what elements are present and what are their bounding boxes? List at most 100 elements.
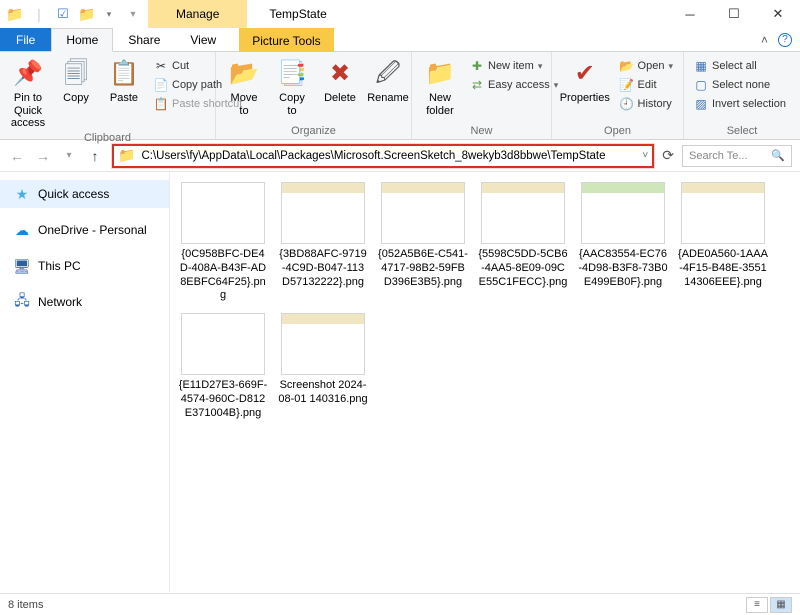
back-button[interactable]: ← — [8, 148, 26, 164]
search-icon: 🔍 — [771, 149, 785, 162]
move-to-button[interactable]: 📂 Move to — [222, 56, 266, 119]
sidebar-item-network[interactable]: 🖧 Network — [0, 288, 169, 316]
collapse-ribbon-icon[interactable]: ˄ — [761, 33, 768, 47]
select-all-icon: ▦ — [694, 59, 708, 73]
new-folder-button[interactable]: 📁 New folder — [418, 56, 462, 119]
delete-icon: ✖ — [324, 58, 356, 90]
up-button[interactable]: ↑ — [86, 148, 104, 164]
file-name: {0C958BFC-DE4D-408A-B43F-AD8EBFC64F25}.p… — [178, 248, 268, 303]
refresh-button[interactable]: ⟳ — [662, 147, 674, 164]
cut-icon: ✂ — [154, 59, 168, 73]
file-name: {ADE0A560-1AAA-4F15-B48E-355114306EEE}.p… — [678, 248, 768, 289]
rename-button[interactable]: 🖉 Rename — [366, 56, 410, 107]
sidebar-item-quick-access[interactable]: ★ Quick access — [0, 180, 169, 208]
copy-icon: 🗐 — [60, 58, 92, 90]
ribbon-tabs: File Home Share View Picture Tools ˄ ? — [0, 28, 800, 52]
sidebar-item-label: Quick access — [38, 187, 109, 201]
dropdown-icon: ▾ — [538, 61, 543, 72]
file-item[interactable]: {AAC83554-EC76-4D98-B3F8-73B0E499EB0F}.p… — [578, 182, 668, 303]
history-icon: 🕘 — [620, 97, 634, 111]
open-button[interactable]: 📂 Open ▾ — [616, 58, 677, 74]
folder-icon: 📁 — [118, 147, 135, 164]
manage-contextual-tab[interactable]: Manage — [148, 0, 247, 28]
file-item[interactable]: {052A5B6E-C541-4717-98B2-59FBD396E3B5}.p… — [378, 182, 468, 303]
folder-icon[interactable]: 📁 — [6, 5, 24, 23]
tab-share[interactable]: Share — [113, 28, 175, 51]
qat-dropdown-icon[interactable]: ▾ — [100, 5, 118, 23]
qat-overflow-icon[interactable]: ▾ — [124, 5, 142, 23]
sidebar-item-label: OneDrive - Personal — [38, 223, 147, 237]
new-item-icon: ✚ — [470, 59, 484, 73]
group-label-organize: Organize — [216, 125, 411, 139]
group-organize: 📂 Move to 📑 Copy to ✖ Delete 🖉 Rename Or… — [216, 52, 412, 139]
file-item[interactable]: {5598C5DD-5CB6-4AA5-8E09-09CE55C1FECC}.p… — [478, 182, 568, 303]
new-folder-qat-icon[interactable]: 📁 — [78, 5, 96, 23]
copy-to-icon: 📑 — [276, 58, 308, 90]
select-none-icon: ▢ — [694, 78, 708, 92]
edit-button[interactable]: 📝 Edit — [616, 77, 677, 93]
qat-separator: | — [30, 5, 48, 23]
easy-access-button[interactable]: ⇄ Easy access ▾ — [466, 77, 562, 93]
select-none-button[interactable]: ▢ Select none — [690, 77, 790, 93]
sidebar-item-onedrive[interactable]: ☁ OneDrive - Personal — [0, 216, 169, 244]
file-name: {E11D27E3-669F-4574-960C-D812E371004B}.p… — [178, 379, 268, 420]
paste-icon: 📋 — [108, 58, 140, 90]
properties-button[interactable]: ✔ Properties — [558, 56, 612, 107]
address-dropdown-icon[interactable]: ˅ — [642, 150, 648, 161]
file-item[interactable]: {E11D27E3-669F-4574-960C-D812E371004B}.p… — [178, 313, 268, 420]
window-title: TempState — [247, 7, 348, 21]
rename-icon: 🖉 — [372, 58, 404, 90]
dropdown-icon: ▾ — [668, 61, 673, 72]
file-name: {AAC83554-EC76-4D98-B3F8-73B0E499EB0F}.p… — [578, 248, 668, 289]
recent-locations-button[interactable]: ▾ — [60, 150, 78, 161]
address-bar[interactable]: 📁 C:\Users\fy\AppData\Local\Packages\Mic… — [112, 144, 654, 168]
sidebar-item-label: Network — [38, 295, 82, 309]
group-label-open: Open — [552, 125, 683, 139]
tab-picture-tools[interactable]: Picture Tools — [239, 28, 333, 52]
select-all-button[interactable]: ▦ Select all — [690, 58, 790, 74]
network-icon: 🖧 — [14, 294, 30, 310]
tab-view[interactable]: View — [175, 28, 231, 51]
titlebar: 📁 | ☑ 📁 ▾ ▾ Manage TempState ─ ☐ ✕ — [0, 0, 800, 28]
file-name: Screenshot 2024-08-01 140316.png — [278, 379, 368, 407]
pin-to-quick-access-button[interactable]: 📌 Pin to Quick access — [6, 56, 50, 132]
view-details-button[interactable]: ≡ — [746, 597, 768, 613]
properties-qat-icon[interactable]: ☑ — [54, 5, 72, 23]
new-item-button[interactable]: ✚ New item ▾ — [466, 58, 562, 74]
thumbnail — [181, 182, 265, 244]
copy-button[interactable]: 🗐 Copy — [54, 56, 98, 107]
tab-file[interactable]: File — [0, 28, 51, 51]
file-item[interactable]: Screenshot 2024-08-01 140316.png — [278, 313, 368, 420]
forward-button[interactable]: → — [34, 148, 52, 164]
help-icon[interactable]: ? — [778, 33, 792, 47]
properties-icon: ✔ — [569, 58, 601, 90]
minimize-button[interactable]: ─ — [668, 0, 712, 28]
maximize-button[interactable]: ☐ — [712, 0, 756, 28]
ribbon: 📌 Pin to Quick access 🗐 Copy 📋 Paste ✂ C… — [0, 52, 800, 140]
copy-path-icon: 📄 — [154, 78, 168, 92]
copy-to-button[interactable]: 📑 Copy to — [270, 56, 314, 119]
file-item[interactable]: {0C958BFC-DE4D-408A-B43F-AD8EBFC64F25}.p… — [178, 182, 268, 303]
file-item[interactable]: {3BD88AFC-9719-4C9D-B047-113D57132222}.p… — [278, 182, 368, 303]
address-path: C:\Users\fy\AppData\Local\Packages\Micro… — [141, 150, 636, 162]
address-bar-row: ← → ▾ ↑ 📁 C:\Users\fy\AppData\Local\Pack… — [0, 140, 800, 172]
sidebar-item-this-pc[interactable]: 🖥 This PC — [0, 252, 169, 280]
thumbnail — [281, 313, 365, 375]
delete-button[interactable]: ✖ Delete — [318, 56, 362, 107]
history-button[interactable]: 🕘 History — [616, 96, 677, 112]
sidebar-item-label: This PC — [38, 259, 81, 273]
file-name: {3BD88AFC-9719-4C9D-B047-113D57132222}.p… — [278, 248, 368, 289]
file-item[interactable]: {ADE0A560-1AAA-4F15-B48E-355114306EEE}.p… — [678, 182, 768, 303]
star-icon: ★ — [14, 186, 30, 202]
invert-selection-button[interactable]: ▨ Invert selection — [690, 96, 790, 112]
file-name: {052A5B6E-C541-4717-98B2-59FBD396E3B5}.p… — [378, 248, 468, 289]
paste-button[interactable]: 📋 Paste — [102, 56, 146, 107]
close-button[interactable]: ✕ — [756, 0, 800, 28]
tab-home[interactable]: Home — [51, 28, 113, 52]
file-list[interactable]: {0C958BFC-DE4D-408A-B43F-AD8EBFC64F25}.p… — [170, 172, 800, 592]
open-icon: 📂 — [620, 59, 634, 73]
group-select: ▦ Select all ▢ Select none ▨ Invert sele… — [684, 52, 800, 139]
search-input[interactable]: Search Te... 🔍 — [682, 145, 792, 167]
thumbnail — [681, 182, 765, 244]
view-icons-button[interactable]: ▦ — [770, 597, 792, 613]
